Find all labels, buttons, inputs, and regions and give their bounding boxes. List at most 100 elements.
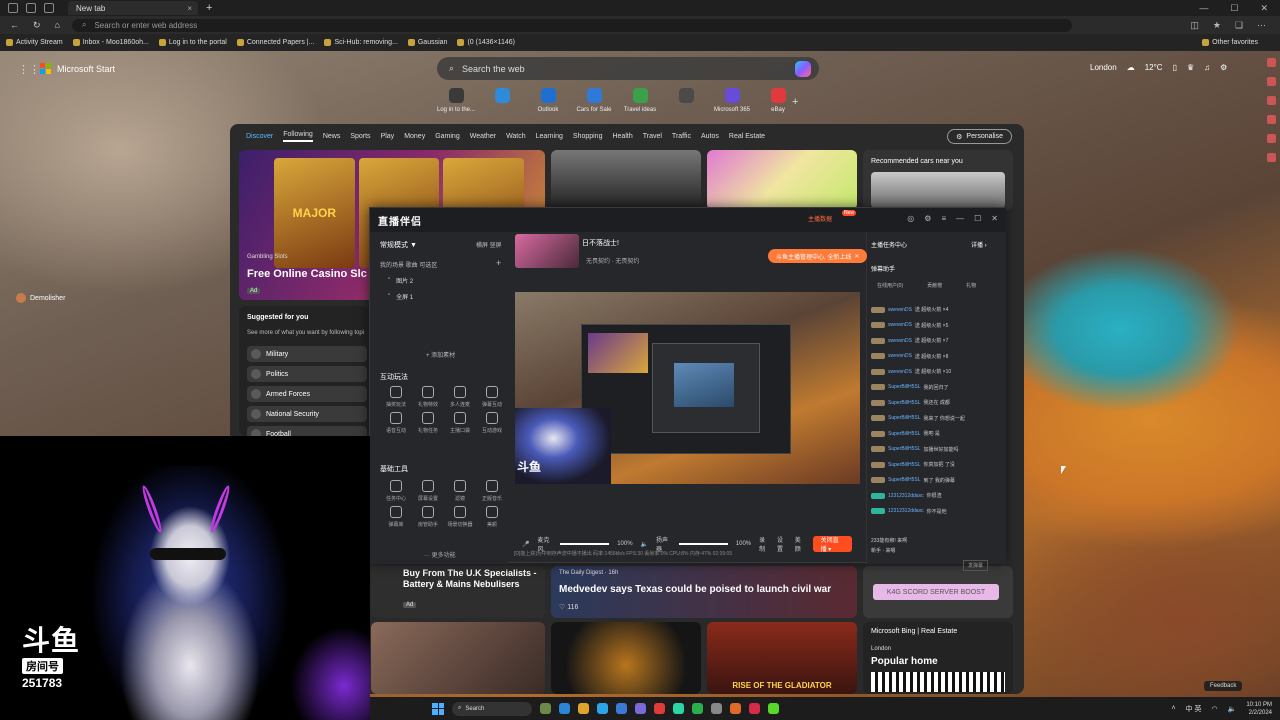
minimize-icon[interactable]: — [1199, 3, 1208, 14]
ime-indicator[interactable]: 中 英 [1186, 704, 1202, 714]
shortcut[interactable] [668, 88, 704, 113]
taskbar-search[interactable]: ⌕ Search [452, 701, 532, 716]
chat-user[interactable]: 12312312ddaxc [888, 493, 924, 499]
beauty-button[interactable]: 美颜 [795, 535, 805, 553]
chat-user[interactable]: swevenDS [888, 322, 912, 328]
tool-button[interactable]: 滤镜 [444, 480, 476, 502]
settings-button[interactable]: 设置 [777, 535, 787, 553]
fav-item[interactable]: Activity Stream [6, 39, 63, 46]
web-search-box[interactable]: ⌕ Search the web [437, 57, 819, 80]
close-window-icon[interactable]: ✕ [1260, 3, 1268, 14]
refresh-icon[interactable]: ↻ [33, 20, 41, 31]
stream-category[interactable]: 无畏契约 · 无畏契约 [586, 256, 639, 265]
settings-icon[interactable]: ⚙ [924, 214, 931, 223]
chat-user[interactable]: swevenDS [888, 338, 912, 344]
tab-actions-icon[interactable] [44, 3, 54, 13]
nav-item[interactable]: Weather [470, 133, 496, 140]
cars-card[interactable]: Recommended cars near you [863, 150, 1013, 210]
add-source-button[interactable]: + 添加素材 [426, 350, 455, 359]
app-icon[interactable] [768, 703, 779, 714]
copilot-icon[interactable] [795, 60, 811, 77]
sidebar-app-icon[interactable] [1266, 134, 1276, 143]
collections-icon[interactable]: ❏ [1235, 20, 1243, 31]
nav-item[interactable]: Shopping [573, 133, 603, 140]
home-icon[interactable]: ⌂ [55, 20, 60, 31]
tool-button[interactable]: 场景切换器 [444, 506, 476, 528]
host-data-button[interactable]: 主播数据 [808, 214, 832, 223]
tool-button[interactable]: 互动游戏 [476, 412, 508, 434]
headset-icon[interactable]: ◎ [907, 214, 914, 223]
chat-user[interactable]: SuperBillH5SL [888, 415, 921, 421]
wifi-icon[interactable]: ◠ [1211, 705, 1217, 713]
microsoft-start-logo[interactable]: Microsoft Start [40, 63, 115, 74]
shortcut[interactable]: Microsoft 365 [714, 88, 750, 113]
nav-item[interactable]: Traffic [672, 133, 691, 140]
rewards-icon[interactable]: ♛ [1187, 63, 1194, 72]
sidebar-app-icon[interactable] [1266, 115, 1276, 124]
fav-item[interactable]: (0 (1436×1146) [457, 39, 515, 46]
tool-button[interactable]: 正版音乐 [476, 480, 508, 502]
app-icon[interactable] [673, 703, 684, 714]
chat-user[interactable]: SuperBillH5SL [888, 431, 921, 437]
chevron-up-icon[interactable]: ˄ [1171, 705, 1175, 712]
netease-icon[interactable] [654, 703, 665, 714]
nav-item[interactable]: Autos [701, 133, 719, 140]
sidebar-app-icon[interactable] [1266, 58, 1276, 67]
shortcut[interactable]: Log in to the... [437, 88, 475, 113]
speaker-volume-slider[interactable] [678, 543, 728, 545]
chat-user[interactable]: swevenDS [888, 353, 912, 359]
weather-widget[interactable]: London ☁ 12°C ▯ ♛ ♫ ⚙ [1090, 63, 1227, 72]
tool-button[interactable]: 美颜 [476, 506, 508, 528]
more-icon[interactable]: ⋯ [1257, 20, 1266, 31]
nav-following[interactable]: Following [283, 131, 313, 142]
tool-button[interactable]: 礼物任务 [412, 412, 444, 434]
settings-icon[interactable]: ⚙ [1220, 63, 1227, 72]
shortcut[interactable]: eBay [760, 88, 796, 113]
tool-button[interactable]: 弹幕互动 [476, 386, 508, 408]
tool-button[interactable]: 多人连麦 [444, 386, 476, 408]
address-bar[interactable]: ⌕ Search or enter web address [71, 18, 1072, 32]
portrait-card[interactable] [371, 622, 545, 694]
source-item[interactable]: ▫ 全屏 1 [388, 292, 413, 301]
bell-icon[interactable]: ♫ [1204, 63, 1210, 72]
speaker-icon[interactable]: 🔈 [641, 541, 648, 548]
mode-dropdown[interactable]: 常规模式 ▼ [380, 240, 417, 250]
edge-icon[interactable] [597, 703, 608, 714]
tool-button[interactable]: 主播口袋 [444, 412, 476, 434]
tool-button[interactable]: 弹幕库 [380, 506, 412, 528]
chat-user[interactable]: SuperBillH5SL [888, 446, 921, 452]
sparks-card[interactable] [551, 622, 701, 694]
chat-user[interactable]: swevenDS [888, 307, 912, 313]
mic-volume-slider[interactable] [560, 543, 610, 545]
tool-button[interactable]: 房管助手 [412, 506, 444, 528]
orientation-tabs[interactable]: 横屏 竖屏 [476, 240, 502, 249]
explorer-icon[interactable] [578, 703, 589, 714]
minimize-icon[interactable]: — [956, 214, 964, 223]
news-card[interactable]: The Daily Digest · 16h Medvedev says Tex… [551, 566, 857, 618]
chat-user[interactable]: SuperBillH5SL [888, 384, 921, 390]
clock[interactable]: 10:10 PM 2/2/2024 [1246, 701, 1272, 717]
fav-item[interactable]: Log in to the portal [158, 39, 227, 46]
favorites-icon[interactable]: ★ [1213, 20, 1221, 31]
topic-military[interactable]: Military [247, 346, 367, 362]
record-button[interactable]: 录制 [759, 535, 769, 553]
personalise-button[interactable]: ⚙ Personalise [947, 129, 1012, 144]
back-icon[interactable]: ← [10, 20, 19, 31]
fav-item[interactable]: Gaussian [407, 39, 447, 46]
volume-icon[interactable]: 🔈 [1228, 705, 1237, 713]
topic-armed-forces[interactable]: Armed Forces [247, 386, 367, 402]
start-button-icon[interactable] [432, 702, 444, 715]
nav-item[interactable]: Watch [506, 133, 526, 140]
nebuliser-ad-card[interactable]: Buy From The U.K Specialists - Battery &… [371, 566, 545, 618]
add-scene-button[interactable]: + [496, 258, 501, 268]
maximize-icon[interactable]: ☐ [1230, 3, 1238, 14]
shortcut[interactable]: Cars for Sale [576, 88, 612, 113]
sidebar-app-icon[interactable] [1266, 96, 1276, 105]
shortcut[interactable] [484, 88, 520, 113]
nav-item[interactable]: Gaming [435, 133, 460, 140]
graduation-image-card[interactable] [551, 150, 701, 210]
tool-button[interactable]: 语音互动 [380, 412, 412, 434]
apps-grid-icon[interactable]: ⋮⋮ [18, 63, 40, 76]
nav-item[interactable]: Health [612, 133, 632, 140]
send-danmaku-button[interactable]: 发弹幕 [963, 560, 989, 571]
